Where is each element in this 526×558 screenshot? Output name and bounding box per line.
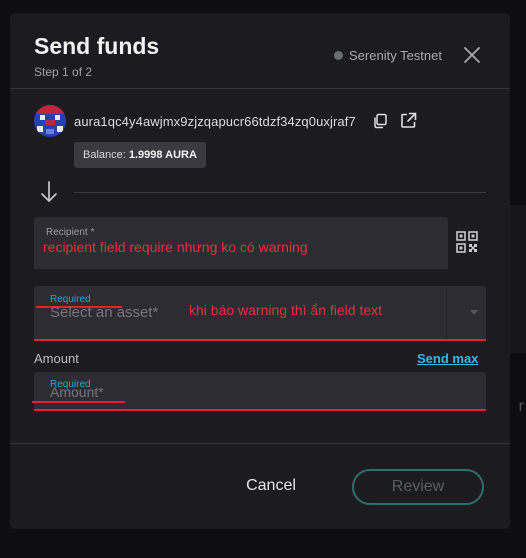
qr-code-icon[interactable] [456, 231, 478, 253]
network-status-dot [334, 51, 343, 60]
send-funds-modal: Send funds Step 1 of 2 Serenity Testnet … [10, 13, 510, 529]
amount-input[interactable]: Required Amount* [32, 372, 486, 411]
copy-icon[interactable] [372, 113, 388, 129]
wallet-address: aura1qc4y4awjmx9zjzqapucr66tdzf34zq0uxjr… [74, 114, 356, 129]
asset-select[interactable]: Required Select an asset* khi báo warnin… [34, 286, 486, 341]
asset-placeholder: Select an asset* [50, 304, 159, 321]
recipient-annotation: recipient field require nhưng ko có warn… [43, 239, 308, 255]
recipient-label: Recipient * [46, 227, 95, 238]
asset-annotation: khi báo warning thì ẩn field text [189, 302, 383, 318]
amount-label: Amount [34, 351, 79, 366]
network-name: Serenity Testnet [349, 48, 442, 63]
step-indicator: Step 1 of 2 [34, 65, 93, 79]
chevron-down-icon[interactable] [470, 310, 478, 315]
review-button[interactable]: Review [352, 469, 484, 505]
avatar [34, 105, 66, 137]
arrow-down-icon [41, 181, 57, 202]
external-link-icon[interactable] [400, 112, 417, 129]
balance-label: Balance: [83, 149, 126, 161]
page-title: Send funds [34, 33, 160, 59]
select-divider [446, 286, 447, 339]
section-divider [74, 192, 486, 193]
recipient-input[interactable]: Recipient * recipient field require nhưn… [34, 217, 448, 269]
header-divider [10, 88, 510, 89]
footer-divider [10, 443, 510, 444]
cancel-button[interactable]: Cancel [230, 475, 312, 497]
amount-placeholder: Amount* [50, 384, 104, 400]
balance-badge: Balance: 1.9998 AURA [74, 142, 206, 168]
red-scribble [32, 401, 125, 403]
balance-value: 1.9998 AURA [128, 149, 197, 161]
background-text: r [518, 398, 524, 415]
close-icon[interactable] [462, 45, 482, 65]
network-indicator: Serenity Testnet [334, 48, 442, 63]
send-max-link[interactable]: Send max [417, 351, 478, 366]
